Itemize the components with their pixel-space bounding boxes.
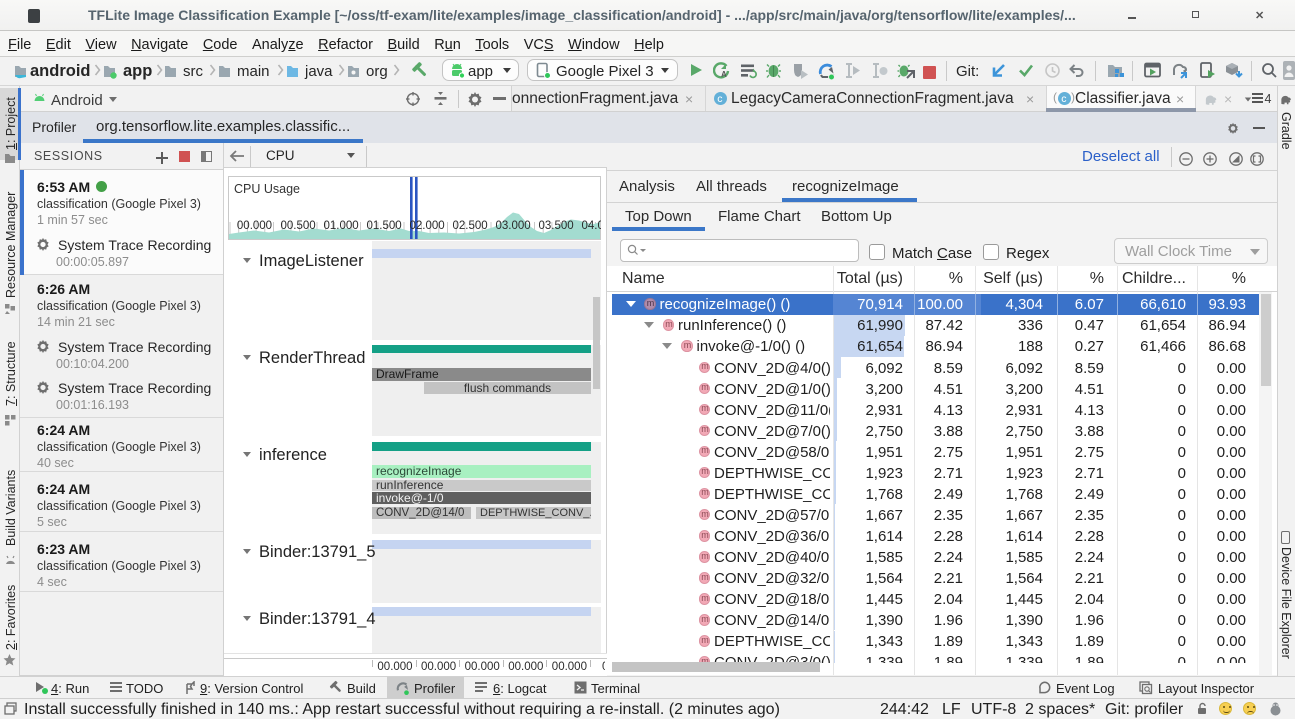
svg-text:A: A	[721, 70, 727, 79]
